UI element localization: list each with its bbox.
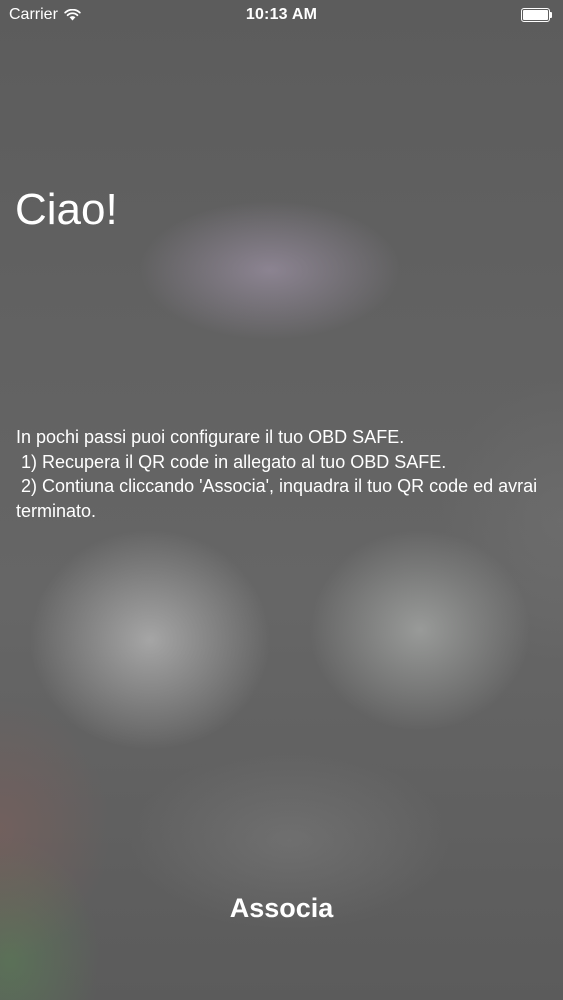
instructions-text: In pochi passi puoi configurare il tuo O… [16, 425, 551, 523]
greeting-title: Ciao! [15, 185, 118, 234]
associate-button[interactable]: Associa [0, 884, 563, 932]
instruction-line: In pochi passi puoi configurare il tuo O… [16, 427, 405, 447]
battery-nub [550, 12, 552, 18]
screen: Carrier 10:13 AM Ciao! In pochi passi pu… [0, 0, 563, 1000]
battery-fill [523, 10, 548, 20]
instruction-line: 2) Contiuna cliccando 'Associa', inquadr… [16, 476, 543, 521]
status-time: 10:13 AM [245, 6, 318, 23]
instruction-line: 1) Recupera il QR code in allegato al tu… [16, 451, 447, 472]
battery-icon [521, 8, 553, 22]
status-bar: Carrier 10:13 AM [0, 0, 563, 30]
